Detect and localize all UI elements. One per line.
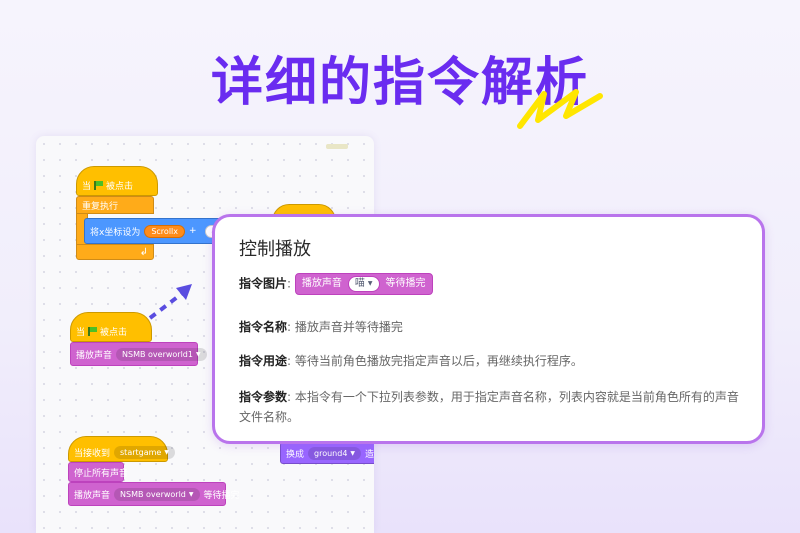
green-flag-icon — [94, 180, 103, 190]
dropdown-caret-icon: ▼ — [188, 490, 194, 498]
sound-dropdown[interactable]: NSMB overworld1 ▼ — [116, 347, 207, 361]
loop-arrow-icon: ↲ — [139, 246, 148, 258]
when-flag-clicked-hat-2[interactable]: 当 被点击 — [70, 312, 152, 342]
play-sound-until-done-block[interactable]: 播放声音 NSMB overworld ▼ 等待播完 — [68, 482, 240, 506]
message-dropdown[interactable]: startgame ▼ — [114, 445, 175, 459]
card-title: 控制播放 — [239, 239, 311, 260]
play-sound-block[interactable]: 播放声音 NSMB overworld1 ▼ — [70, 342, 207, 366]
squiggle-decoration-icon — [517, 89, 603, 129]
dropdown-caret-icon: ▼ — [350, 449, 356, 457]
stop-all-sounds-block[interactable]: 停止所有声音 — [68, 462, 128, 482]
sound-dropdown[interactable]: NSMB overworld ▼ — [114, 487, 200, 501]
page-headline: 详细的指令解析 — [210, 53, 589, 113]
switch-costume-block[interactable]: 换成 ground4▼ 造型 — [280, 442, 374, 464]
sound-dropdown: 喵 ▼ — [347, 276, 380, 292]
instruction-usage-row: 指令用途: 等待当前角色播放完指定声音以后，再继续执行程序。 — [239, 354, 583, 368]
plus-operator: + — [189, 226, 197, 236]
when-flag-clicked-hat[interactable]: 当 被点击 — [76, 166, 158, 196]
scrollx-reporter[interactable]: Scrollx — [144, 224, 185, 238]
instruction-image-row: 指令图片: 播放声音 喵 ▼ 等待播完 — [239, 273, 433, 295]
costume-dropdown[interactable]: ground4 ▼ — [308, 446, 362, 460]
play-sound-until-done-preview: 播放声音 喵 ▼ 等待播完 — [294, 273, 433, 295]
dropdown-caret-icon: ▼ — [195, 350, 201, 358]
dropdown-caret-icon: ▼ — [367, 280, 373, 287]
instruction-detail-card: 控制播放 指令图片: 播放声音 喵 ▼ 等待播完 指令名称: 播放声音并等待播完 … — [212, 214, 765, 444]
instruction-params-row: 指令参数: 本指令有一个下拉列表参数，用于指定声音名称，列表内容就是当前角色所有… — [239, 390, 739, 424]
editor-scrollbar[interactable] — [326, 144, 348, 149]
forever-block[interactable]: 重复执行 — [76, 196, 154, 214]
green-flag-icon — [88, 326, 97, 336]
pointer-arrow-icon — [148, 284, 192, 320]
instruction-name-row: 指令名称: 播放声音并等待播完 — [239, 320, 403, 334]
forever-block-bottom: ↲ — [76, 244, 154, 260]
when-receive-hat[interactable]: 当接收到 startgame ▼ — [68, 436, 175, 462]
dropdown-caret-icon: ▼ — [164, 448, 169, 456]
